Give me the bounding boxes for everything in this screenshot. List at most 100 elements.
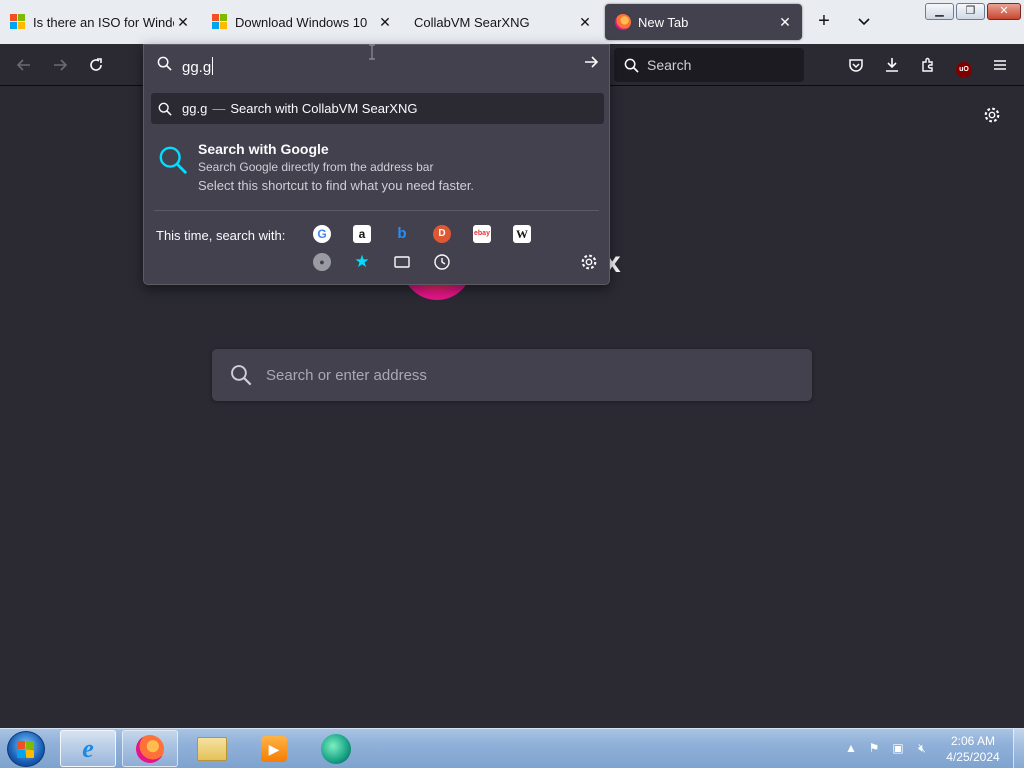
action-center-flag-icon[interactable]: ⚑ <box>866 740 882 756</box>
list-all-tabs-button[interactable] <box>852 10 876 34</box>
tip-subtitle: Search Google directly from the address … <box>198 160 434 174</box>
back-button[interactable] <box>12 53 36 77</box>
search-icon <box>158 102 172 116</box>
windows-taskbar: e ▶ ▲ ⚑ ▣ 🔇︎ 2:06 AM 4/25/2024 <box>0 728 1024 768</box>
new-tab-search-placeholder: Search or enter address <box>266 366 427 384</box>
firefox-logo-icon <box>615 14 631 30</box>
tab-download-windows[interactable]: Download Windows 10 ✕ <box>202 4 402 40</box>
windows-logo-icon <box>17 741 34 758</box>
downloads-button[interactable] <box>880 53 904 77</box>
ublock-icon: uO <box>956 62 972 78</box>
divider <box>154 210 599 211</box>
tip-action-text: Select this shortcut to find what you ne… <box>198 178 475 193</box>
new-tab-search-bar[interactable]: Search or enter address <box>212 349 812 401</box>
tab-strip: Is there an ISO for Windows ✕ Download W… <box>0 0 1024 44</box>
volume-muted-icon[interactable]: 🔇︎ <box>914 740 930 756</box>
start-button[interactable] <box>7 731 45 767</box>
clock-time: 2:06 AM <box>950 734 996 748</box>
bing-engine-button[interactable]: b <box>393 225 411 243</box>
folder-icon <box>197 736 227 761</box>
extensions-button[interactable] <box>916 53 940 77</box>
urlbar-input-field[interactable]: gg.g <box>144 45 609 85</box>
history-search-button[interactable] <box>433 253 451 271</box>
internet-explorer-icon: e <box>82 733 94 763</box>
tab-iso-windows[interactable]: Is there an ISO for Windows ✕ <box>0 4 200 40</box>
search-icon <box>159 146 188 175</box>
star-icon: ★ <box>354 252 370 271</box>
clock-icon <box>434 254 450 270</box>
ebay-icon: ebay <box>474 230 490 237</box>
searxng-icon: ● <box>319 257 325 267</box>
go-button[interactable] <box>583 54 599 75</box>
google-engine-button[interactable]: G <box>313 225 331 243</box>
reload-button[interactable] <box>84 53 108 77</box>
clock-date: 4/25/2024 <box>946 750 1000 764</box>
hamburger-menu-icon <box>994 60 1006 70</box>
arrow-right-icon <box>585 56 599 68</box>
ebay-engine-button[interactable]: ebay <box>473 225 491 243</box>
text-caret <box>212 57 214 75</box>
network-icon[interactable]: ▣ <box>890 740 906 756</box>
download-icon <box>886 58 898 72</box>
wikipedia-icon: W <box>516 227 528 241</box>
close-window-button[interactable]: ✕ <box>987 3 1021 20</box>
search-icon <box>231 365 252 386</box>
close-tab-icon[interactable]: ✕ <box>576 14 594 31</box>
tab-title: CollabVM SearXNG <box>414 14 530 30</box>
searxng-engine-button[interactable]: ● <box>313 253 331 271</box>
toolbar-search-placeholder: Search <box>647 57 692 73</box>
tab-icon <box>394 256 410 268</box>
bookmarks-search-button[interactable]: ★ <box>353 253 371 271</box>
pocket-icon <box>849 59 863 72</box>
firefox-logo-icon <box>136 734 164 763</box>
close-tab-icon[interactable]: ✕ <box>174 14 192 31</box>
tab-title: Is there an ISO for Windows <box>33 14 174 30</box>
minimize-window-button[interactable]: ▁ <box>925 3 954 20</box>
bing-icon: b <box>397 225 407 242</box>
gear-icon <box>984 107 1000 123</box>
amazon-engine-button[interactable]: a <box>353 225 371 243</box>
search-settings-button[interactable] <box>580 253 600 273</box>
windows-logo-icon <box>10 14 26 30</box>
tab-new-tab[interactable]: New Tab ✕ <box>605 4 802 40</box>
toolbar-search-box[interactable]: Search <box>614 48 804 82</box>
restore-window-button[interactable]: ❐ <box>956 3 985 20</box>
show-desktop-button[interactable] <box>1013 729 1024 768</box>
amazon-icon: a <box>358 227 366 241</box>
duckduckgo-icon: D <box>438 228 446 239</box>
taskbar-media-player[interactable]: ▶ <box>246 730 302 767</box>
wikipedia-engine-button[interactable]: W <box>513 225 531 243</box>
system-clock[interactable]: 2:06 AM 4/25/2024 <box>940 733 1006 765</box>
arrow-right-icon <box>54 59 68 71</box>
ublock-origin-button[interactable]: uO <box>952 53 976 78</box>
windows-logo-icon <box>212 14 228 30</box>
app-menu-button[interactable] <box>988 53 1012 77</box>
search-suggestion-row[interactable]: gg.g — Search with CollabVM SearXNG <box>151 93 604 124</box>
text-cursor-icon <box>369 44 375 60</box>
new-tab-button[interactable]: + <box>812 10 836 34</box>
suggestion-query: gg.g <box>182 101 208 116</box>
suggestion-separator: — <box>212 101 226 116</box>
close-tab-icon[interactable]: ✕ <box>376 14 394 31</box>
tab-collabvm-searxng[interactable]: CollabVM SearXNG ✕ <box>404 4 602 40</box>
personalize-new-tab-button[interactable] <box>983 106 1003 126</box>
one-off-search-label: This time, search with: <box>156 228 286 243</box>
taskbar-green-app[interactable] <box>308 730 364 767</box>
media-player-icon: ▶ <box>261 735 287 762</box>
duckduckgo-engine-button[interactable]: D <box>433 225 451 243</box>
google-icon: G <box>317 227 327 241</box>
taskbar-file-explorer[interactable] <box>184 730 240 767</box>
pocket-button[interactable] <box>844 53 868 77</box>
search-shortcut-tip[interactable]: Search with Google Search Google directl… <box>158 141 598 201</box>
tabs-search-button[interactable] <box>393 253 411 271</box>
search-icon <box>624 58 639 73</box>
chevron-down-icon <box>858 18 870 26</box>
show-hidden-icons-button[interactable]: ▲ <box>843 740 859 756</box>
taskbar-internet-explorer[interactable]: e <box>60 730 116 767</box>
close-tab-icon[interactable]: ✕ <box>776 14 794 31</box>
forward-button[interactable] <box>48 53 72 77</box>
reload-icon <box>90 58 102 71</box>
tip-title: Search with Google <box>198 141 329 157</box>
taskbar-firefox[interactable] <box>122 730 178 767</box>
app-green-icon <box>321 733 351 764</box>
